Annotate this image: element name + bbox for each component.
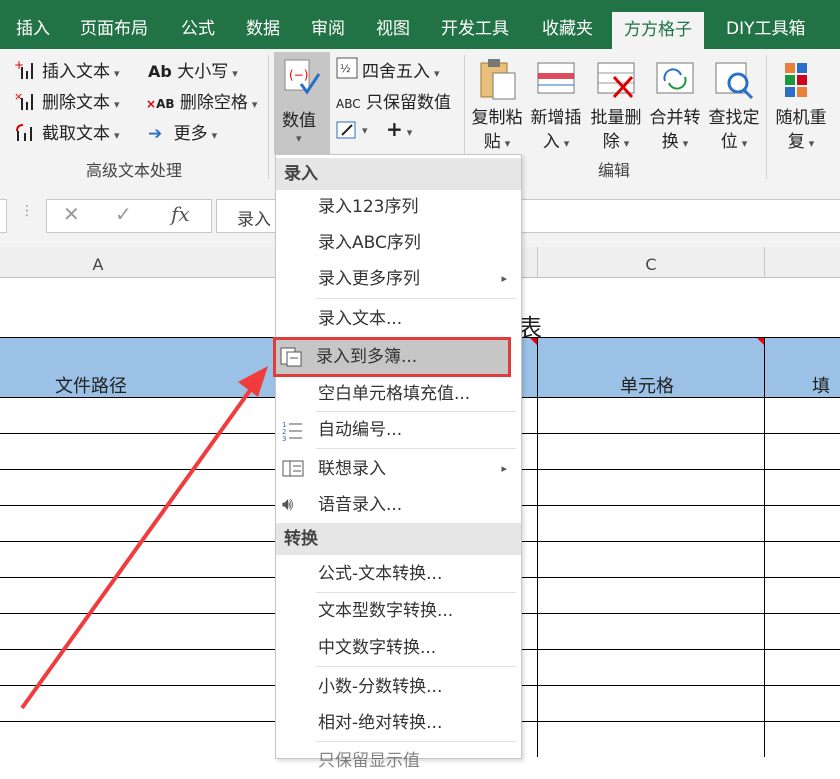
menu-item-label: 录入更多序列 (318, 269, 420, 289)
menu-section-convert: 转换 (276, 523, 521, 555)
submenu-arrow-icon: ▸ (501, 272, 507, 285)
menu-item-label: 语音录入... (318, 495, 403, 515)
value-dropdown-menu: 录入 录入123序列 录入ABC序列 录入更多序列 ▸ 录入文本... 录入到多簿… (273, 154, 522, 771)
workbooks-icon (280, 347, 302, 367)
associative-input-icon (282, 460, 304, 477)
menu-item-associative-input[interactable]: 联想录入 ▸ (276, 451, 521, 487)
menu-item-decimal-fraction[interactable]: 小数-分数转换... (276, 669, 521, 705)
menu-item-text-number[interactable]: 文本型数字转换... (276, 593, 521, 629)
menu-item-label: 自动编号... (318, 420, 403, 440)
menu-item-voice-input[interactable]: 🔊︎ 语音录入... (276, 487, 521, 523)
menu-item-label: 联想录入 (318, 459, 386, 479)
menu-item-label: 录入到多簿... (316, 347, 418, 367)
menu-item-input-abc[interactable]: 录入ABC序列 (276, 225, 521, 261)
menu-item-keep-display[interactable]: 只保留显示值 (276, 743, 521, 779)
menu-item-formula-text[interactable]: 公式-文本转换... (276, 556, 521, 592)
menu-separator (316, 741, 516, 742)
menu-item-input-text[interactable]: 录入文本... (276, 301, 521, 337)
numbered-list-icon: 123 (282, 421, 302, 442)
menu-item-fill-blank[interactable]: 空白单元格填充值... (276, 376, 521, 412)
menu-separator (316, 448, 516, 449)
menu-item-chinese-number[interactable]: 中文数字转换... (276, 630, 521, 666)
svg-text:3: 3 (282, 435, 286, 442)
speaker-icon: 🔊︎ (282, 494, 294, 515)
menu-separator (316, 298, 516, 299)
menu-item-auto-number[interactable]: 123 自动编号... (276, 412, 521, 448)
menu-separator (316, 666, 516, 667)
menu-item-relative-absolute[interactable]: 相对-绝对转换... (276, 705, 521, 741)
menu-section-input: 录入 (276, 158, 521, 190)
menu-item-input-to-workbooks[interactable]: 录入到多簿... (273, 337, 511, 377)
menu-item-input-123[interactable]: 录入123序列 (276, 189, 521, 225)
submenu-arrow-icon: ▸ (501, 462, 507, 475)
menu-item-input-more-series[interactable]: 录入更多序列 ▸ (276, 261, 521, 297)
